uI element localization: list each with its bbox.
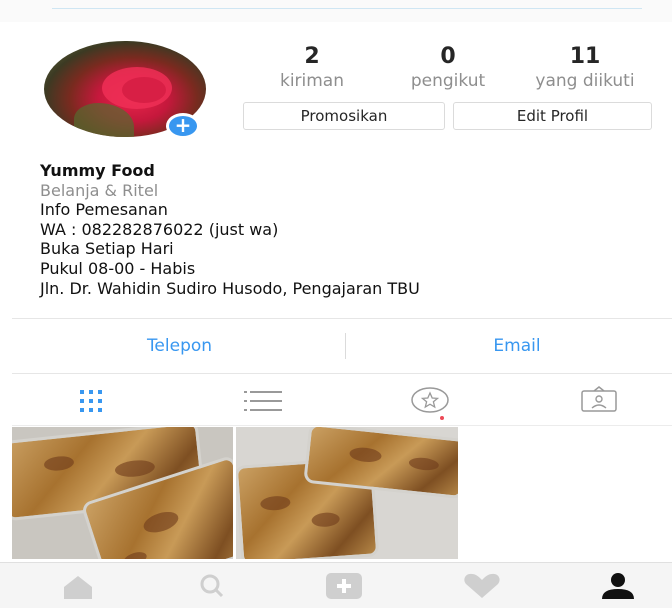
- followers-stat[interactable]: 0 pengikut: [395, 44, 501, 92]
- bio-line: WA : 082282876022 (just wa): [40, 219, 279, 239]
- bio-line: Pukul 08-00 - Habis: [40, 258, 196, 278]
- heart-icon[interactable]: [460, 571, 504, 601]
- edit-profile-button[interactable]: Edit Profil: [453, 102, 652, 130]
- post-thumbnail[interactable]: [236, 427, 458, 559]
- home-icon[interactable]: [56, 571, 100, 601]
- contact-bar: Telepon Email: [12, 318, 672, 374]
- add-story-plus-icon[interactable]: +: [166, 113, 200, 139]
- profile-icon[interactable]: [596, 571, 640, 601]
- bio-line: Jln. Dr. Wahidin Sudiro Husodo, Pengajar…: [40, 278, 420, 298]
- followers-count: 0: [440, 44, 456, 69]
- posts-label: kiriman: [279, 71, 345, 91]
- bio-line: Info Pemesanan: [40, 200, 168, 220]
- following-label: yang diikuti: [535, 71, 635, 91]
- tagged-star-icon[interactable]: [410, 386, 450, 416]
- email-button[interactable]: Email: [412, 319, 622, 373]
- top-strip: [0, 0, 672, 22]
- add-post-icon[interactable]: [322, 571, 366, 601]
- following-count: 11: [569, 44, 601, 69]
- notification-dot: [440, 416, 444, 420]
- bottom-navigation: [0, 562, 672, 608]
- profile-name: Yummy Food: [40, 161, 155, 180]
- saved-portrait-icon[interactable]: [580, 386, 620, 416]
- posts-count: 2: [304, 44, 320, 69]
- grid-icon[interactable]: [76, 386, 116, 416]
- list-icon[interactable]: [244, 386, 284, 416]
- followers-label: pengikut: [410, 71, 486, 91]
- following-stat[interactable]: 11 yang diikuti: [514, 44, 656, 92]
- profile-tabs: [12, 374, 672, 426]
- bio-section: Yummy Food Belanja & Ritel Info Pemesana…: [40, 161, 420, 298]
- search-icon[interactable]: [190, 571, 234, 601]
- profile-category: Belanja & Ritel: [40, 180, 159, 200]
- posts-stat[interactable]: 2 kiriman: [262, 44, 362, 92]
- phone-button[interactable]: Telepon: [72, 319, 287, 373]
- post-thumbnail[interactable]: [12, 427, 233, 559]
- contact-divider: [345, 333, 346, 359]
- promote-button[interactable]: Promosikan: [243, 102, 445, 130]
- bio-line: Buka Setiap Hari: [40, 239, 174, 259]
